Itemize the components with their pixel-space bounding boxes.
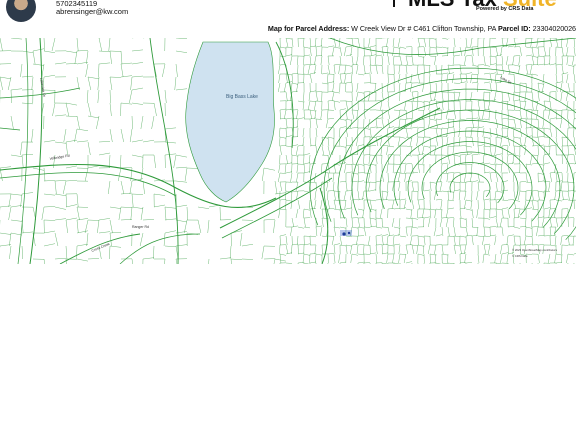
lake-shape <box>185 41 275 203</box>
key-icon <box>388 0 400 7</box>
road-label-ranger: Ranger Rd <box>132 225 149 229</box>
map-canvas[interactable]: Big Bass Lake Wilbridge Rd Lakeview Dr C… <box>0 38 576 264</box>
parcel-id-label: Parcel ID: <box>497 24 531 33</box>
agent-contact: 5702345119 abrensinger@kw.com <box>56 0 128 16</box>
brand-tagline: Powered by CRS Data <box>476 6 534 12</box>
parcel-caption: Map for Parcel Address: W Creek View Dr … <box>268 24 576 33</box>
map-label: Map for Parcel Address: <box>267 24 350 33</box>
road-label-lakeview: Lakeview Dr <box>39 77 46 97</box>
subject-parcel-marker[interactable] <box>340 230 352 236</box>
brand-logo: MLS Tax Suite Powered by CRS Data <box>388 0 557 12</box>
agent-avatar <box>6 0 36 22</box>
road-label-cross-creek: Cross Creek <box>91 242 111 253</box>
lake-label: Big Bass Lake <box>226 94 258 100</box>
map-attribution: © 2023 OpenStreetMap contributors © CRS … <box>512 248 558 258</box>
agent-email: abrensinger@kw.com <box>56 7 129 16</box>
report-header: 5702345119 abrensinger@kw.com MLS Tax Su… <box>0 0 576 38</box>
parcel-id: 23304020026 <box>532 24 576 33</box>
attribution-crs: © CRS Data <box>512 254 528 258</box>
parcel-address: W Creek View Dr # C461 Clifton Township,… <box>351 24 496 33</box>
parcel-grid <box>0 38 576 264</box>
road-label-lake-dr: Lake Dr <box>500 75 513 85</box>
attribution-osm: © 2023 OpenStreetMap contributors <box>512 248 558 252</box>
parcel-map[interactable]: Big Bass Lake Wilbridge Rd Lakeview Dr C… <box>0 38 576 264</box>
road-label-wilbridge: Wilbridge Rd <box>49 154 69 161</box>
